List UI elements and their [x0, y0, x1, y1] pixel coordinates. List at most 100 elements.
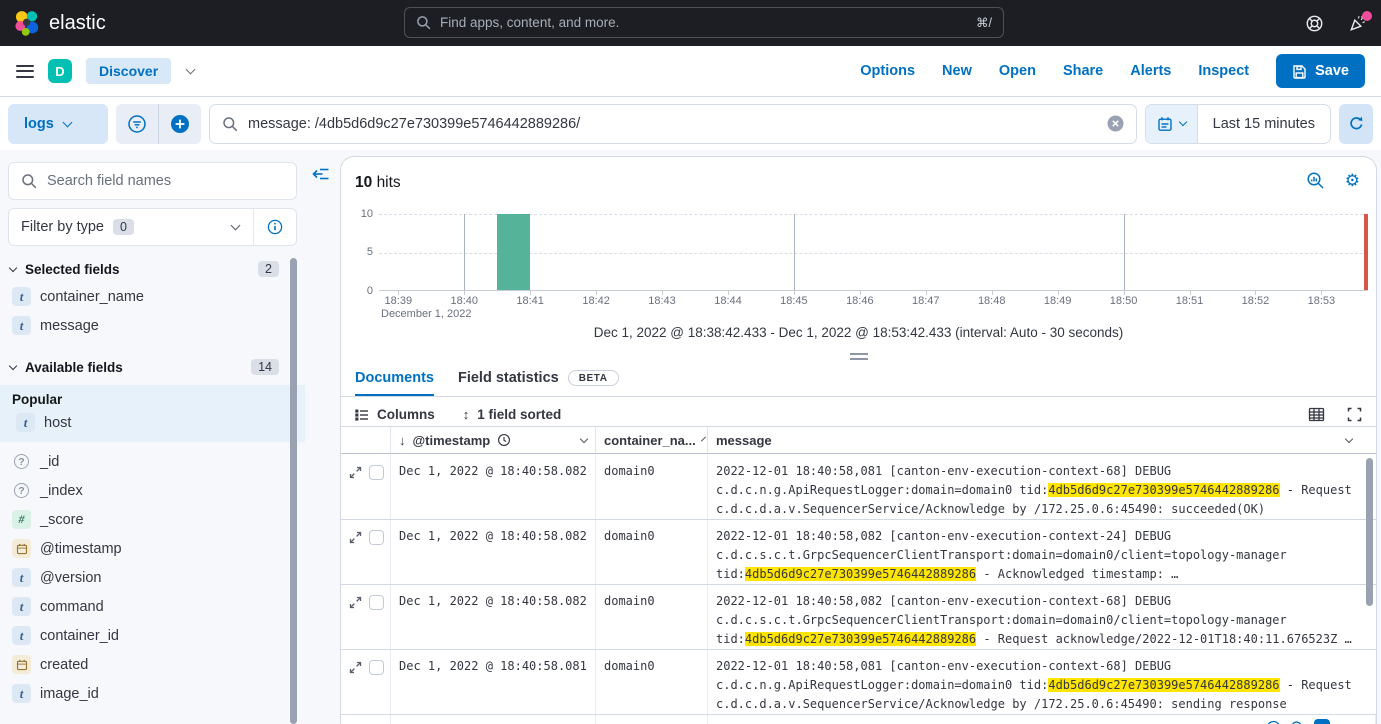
- refresh-button[interactable]: [1339, 104, 1373, 144]
- breadcrumb-chevron-icon[interactable]: [186, 65, 196, 75]
- time-range-label[interactable]: Last 15 minutes: [1198, 116, 1330, 132]
- cell-container-name[interactable]: domain0: [596, 650, 708, 714]
- cell-message[interactable]: 2022-12-01 18:40:58,081 [canton-env-exec…: [708, 650, 1376, 714]
- display-options-icon[interactable]: [1308, 406, 1325, 423]
- row-checkbox[interactable]: [369, 465, 384, 480]
- cell-hover-actions: [1266, 719, 1330, 724]
- field-item-_index[interactable]: ?_index: [8, 476, 297, 505]
- field-item-created[interactable]: created: [8, 650, 297, 679]
- nav-link-open[interactable]: Open: [999, 63, 1036, 79]
- nav-link-new[interactable]: New: [942, 63, 972, 79]
- fullscreen-icon[interactable]: [1347, 407, 1362, 422]
- nav-link-share[interactable]: Share: [1063, 63, 1103, 79]
- column-header-message[interactable]: message: [708, 427, 1376, 453]
- column-actions-chevron-icon[interactable]: [580, 434, 588, 442]
- calendar-menu-button[interactable]: [1146, 105, 1198, 143]
- clock-icon: [497, 433, 511, 447]
- row-checkbox[interactable]: [369, 530, 384, 545]
- field-item-host[interactable]: thost: [12, 408, 297, 437]
- cell-message[interactable]: 2022-12-01 18:40:58,082 [canton-env-exec…: [708, 520, 1376, 584]
- sidebar-scrollbar[interactable]: [290, 258, 297, 724]
- histogram-plot[interactable]: [379, 214, 1368, 291]
- field-name: @timestamp: [40, 541, 122, 557]
- sorted-fields-button[interactable]: ↕ 1 field sorted: [463, 407, 562, 422]
- x-tick: [1058, 291, 1059, 295]
- menu-icon[interactable]: [16, 65, 34, 78]
- cell-timestamp[interactable]: Dec 1, 2022 @ 18:40:58.081: [391, 715, 596, 724]
- column-actions-chevron-icon[interactable]: [1345, 434, 1353, 442]
- breadcrumb[interactable]: Discover: [86, 58, 171, 84]
- help-icon[interactable]: [1305, 14, 1324, 33]
- cell-message[interactable]: 2022-12-01 18:40:58,082 [canton-env-exec…: [708, 585, 1376, 649]
- inspect-chart-icon[interactable]: [1306, 171, 1325, 190]
- data-view-picker[interactable]: logs: [8, 104, 108, 144]
- available-fields-header[interactable]: Available fields 14: [10, 359, 295, 375]
- elastic-logo[interactable]: [14, 10, 40, 36]
- expand-row-icon[interactable]: [349, 596, 362, 609]
- calendar-icon: [1157, 116, 1173, 132]
- cell-container-name[interactable]: domain0: [596, 520, 708, 584]
- table-row: Dec 1, 2022 @ 18:40:58.082domain0 2022-12…: [341, 455, 1376, 520]
- selected-fields-header[interactable]: Selected fields 2: [10, 261, 295, 277]
- add-filter-icon[interactable]: [159, 104, 201, 144]
- field-item-@version[interactable]: t@version: [8, 563, 297, 592]
- resize-handle[interactable]: [850, 353, 868, 363]
- cell-timestamp[interactable]: Dec 1, 2022 @ 18:40:58.082: [391, 585, 596, 649]
- cell-container-name[interactable]: domain0: [596, 455, 708, 519]
- column-actions-chevron-icon[interactable]: [701, 436, 706, 441]
- column-header-@timestamp[interactable]: ↓@timestamp: [391, 427, 596, 453]
- popular-fields-section: Popular thost: [0, 385, 305, 442]
- field-item-image_id[interactable]: timage_id: [8, 679, 297, 708]
- x-tick: [1124, 291, 1125, 295]
- field-item-container_id[interactable]: tcontainer_id: [8, 621, 297, 650]
- row-checkbox[interactable]: [369, 595, 384, 610]
- field-item-command[interactable]: tcommand: [8, 592, 297, 621]
- app-badge[interactable]: D: [48, 59, 72, 83]
- table-scrollbar[interactable]: [1366, 458, 1373, 606]
- cell-container-name[interactable]: domain0: [596, 585, 708, 649]
- cell-timestamp[interactable]: Dec 1, 2022 @ 18:40:58.082: [391, 455, 596, 519]
- expand-row-icon[interactable]: [349, 661, 362, 674]
- cell-timestamp[interactable]: Dec 1, 2022 @ 18:40:58.081: [391, 650, 596, 714]
- collapse-sidebar-icon[interactable]: [312, 165, 330, 183]
- cell-action-search-icon[interactable]: [1290, 720, 1305, 724]
- clear-query-icon[interactable]: [1107, 115, 1124, 132]
- cell-container-name[interactable]: domain0: [596, 715, 708, 724]
- expand-row-icon[interactable]: [349, 531, 362, 544]
- message-line: 2022-12-01 18:40:58,081 [canton-env-exec…: [716, 462, 1368, 481]
- newsfeed-icon[interactable]: [1348, 14, 1367, 33]
- field-item-_id[interactable]: ?_id: [8, 447, 297, 476]
- nav-link-inspect[interactable]: Inspect: [1198, 63, 1249, 79]
- row-controls: [341, 715, 391, 724]
- nav-link-options[interactable]: Options: [860, 63, 915, 79]
- filter-by-type[interactable]: Filter by type 0: [8, 208, 297, 246]
- x-tick: [728, 291, 729, 295]
- field-item-message[interactable]: tmessage: [8, 311, 297, 340]
- query-input[interactable]: message: /4db5d6d9c27e730399e57464428892…: [209, 104, 1137, 144]
- available-fields-list: ?_id?_index#_score@timestampt@versiontco…: [8, 447, 297, 708]
- field-item-_score[interactable]: #_score: [8, 505, 297, 534]
- x-tick: [992, 291, 993, 295]
- cell-message[interactable]: 2022-12-01 18:40:58,081 [canton-env-exec…: [708, 455, 1376, 519]
- gear-icon[interactable]: ⚙: [1345, 172, 1360, 190]
- global-search-input[interactable]: Find apps, content, and more. ⌘/: [404, 7, 1004, 38]
- tab-field-statistics[interactable]: Field statistics BETA: [458, 370, 619, 396]
- field-item-@timestamp[interactable]: @timestamp: [8, 534, 297, 563]
- columns-button[interactable]: Columns: [355, 407, 435, 422]
- row-checkbox[interactable]: [369, 660, 384, 675]
- field-search-input[interactable]: Search field names: [8, 162, 297, 200]
- column-header-container_na[interactable]: container_na...: [596, 427, 708, 453]
- info-icon[interactable]: [254, 219, 296, 235]
- cell-timestamp[interactable]: Dec 1, 2022 @ 18:40:58.082: [391, 520, 596, 584]
- x-tick: [662, 291, 663, 295]
- filter-menu-icon[interactable]: [116, 104, 158, 144]
- cell-action-expand-icon[interactable]: [1314, 719, 1330, 724]
- histogram-bar[interactable]: [497, 214, 530, 290]
- nav-link-alerts[interactable]: Alerts: [1130, 63, 1171, 79]
- save-button[interactable]: Save: [1276, 54, 1365, 88]
- selected-fields-label: Selected fields: [25, 262, 120, 277]
- expand-row-icon[interactable]: [349, 466, 362, 479]
- field-item-container_name[interactable]: tcontainer_name: [8, 282, 297, 311]
- cell-action-clock-icon[interactable]: [1266, 720, 1281, 724]
- tab-documents[interactable]: Documents: [355, 370, 434, 396]
